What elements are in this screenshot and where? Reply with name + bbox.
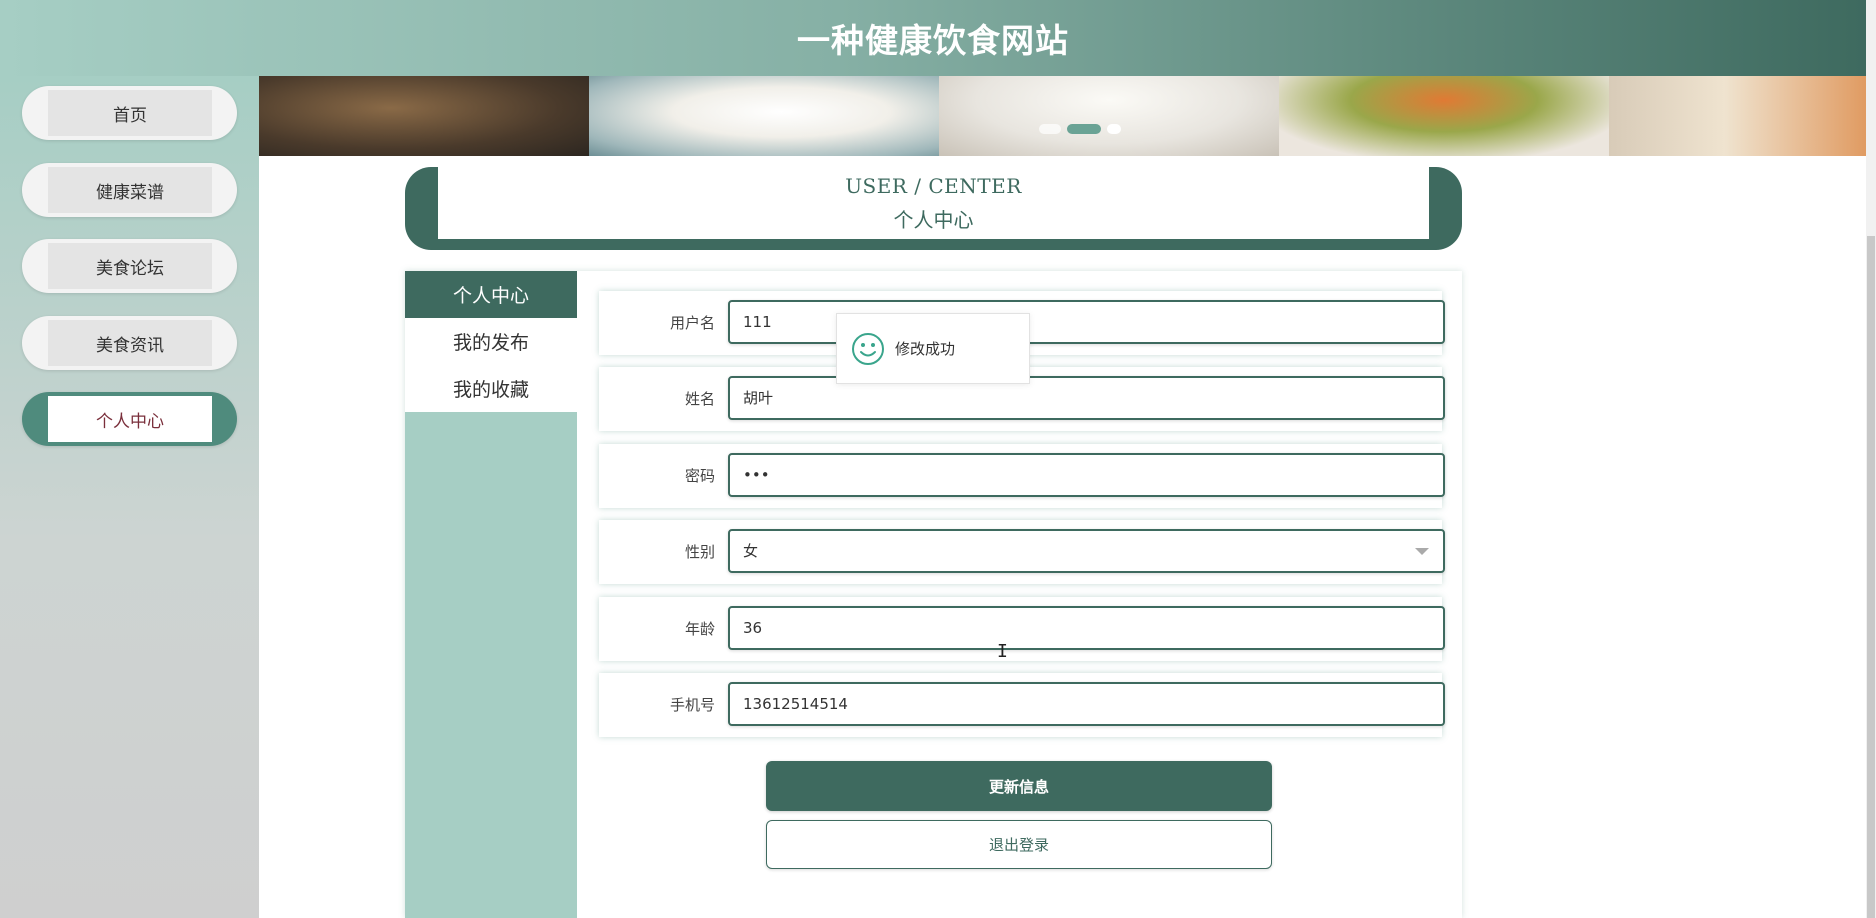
banner-image: [1279, 76, 1609, 156]
site-title: 一种健康饮食网站: [797, 21, 1069, 60]
phone-label: 手机号: [669, 696, 715, 714]
success-toast: 修改成功: [836, 313, 1030, 384]
nav-item-label: 健康菜谱: [48, 167, 212, 213]
carousel-dot-active[interactable]: [1067, 124, 1101, 134]
gender-selected-value: 女: [743, 542, 759, 560]
gender-label: 性别: [684, 543, 715, 561]
page-scrollbar[interactable]: [1866, 0, 1876, 918]
banner-image: [589, 76, 939, 156]
form-row-age: 年龄 36: [599, 597, 1445, 661]
name-label: 姓名: [684, 390, 715, 408]
banner-image: [259, 76, 589, 156]
nav-item-label: 美食资讯: [48, 320, 212, 366]
nav-item-label: 美食论坛: [48, 243, 212, 289]
user-center-title-box: USER / CENTER 个人中心: [438, 167, 1429, 239]
banner-image: [1609, 76, 1866, 156]
side-menu-item-user-center[interactable]: 个人中心: [405, 271, 577, 318]
nav-item-news[interactable]: 美食资讯: [22, 316, 237, 370]
nav-item-home[interactable]: 首页: [22, 86, 237, 140]
chevron-down-icon: [1415, 548, 1429, 555]
username-label: 用户名: [669, 314, 715, 332]
logout-button[interactable]: 退出登录: [766, 820, 1272, 869]
left-navigation: 首页 健康菜谱 美食论坛 美食资讯 个人中心: [0, 76, 259, 918]
phone-input[interactable]: 13612514514: [728, 682, 1445, 726]
form-row-phone: 手机号 13612514514: [599, 673, 1445, 737]
gender-select[interactable]: 女: [728, 529, 1445, 573]
banner-image: [939, 76, 1279, 156]
form-row-password: 密码 •••: [599, 444, 1445, 508]
side-menu-item-my-posts[interactable]: 我的发布: [405, 318, 577, 365]
age-label: 年龄: [684, 620, 715, 638]
password-label: 密码: [684, 467, 715, 485]
update-info-button[interactable]: 更新信息: [766, 761, 1272, 811]
nav-item-label: 个人中心: [48, 396, 212, 442]
nav-item-label: 首页: [48, 90, 212, 136]
toast-message: 修改成功: [895, 340, 956, 358]
user-center-header: USER / CENTER 个人中心: [405, 167, 1462, 250]
nav-item-forum[interactable]: 美食论坛: [22, 239, 237, 293]
nav-item-user-center[interactable]: 个人中心: [22, 392, 237, 446]
carousel-dot[interactable]: [1107, 124, 1121, 134]
side-menu-item-my-favorites[interactable]: 我的收藏: [405, 365, 577, 412]
password-input[interactable]: •••: [728, 453, 1445, 497]
text-cursor-icon: I: [997, 641, 1008, 662]
user-center-title-cn: 个人中心: [893, 207, 974, 232]
user-center-title-en: USER / CENTER: [845, 173, 1022, 198]
age-input[interactable]: 36: [728, 606, 1445, 650]
top-header: 一种健康饮食网站: [0, 0, 1866, 76]
nav-item-recipes[interactable]: 健康菜谱: [22, 163, 237, 217]
scrollbar-thumb[interactable]: [1867, 236, 1875, 918]
smile-icon: [852, 332, 884, 365]
banner-carousel[interactable]: [259, 76, 1866, 156]
side-menu: 个人中心 我的发布 我的收藏: [405, 271, 577, 918]
carousel-dot[interactable]: [1039, 124, 1061, 134]
carousel-indicators: [1039, 124, 1121, 134]
form-row-gender: 性别 女: [599, 520, 1445, 584]
